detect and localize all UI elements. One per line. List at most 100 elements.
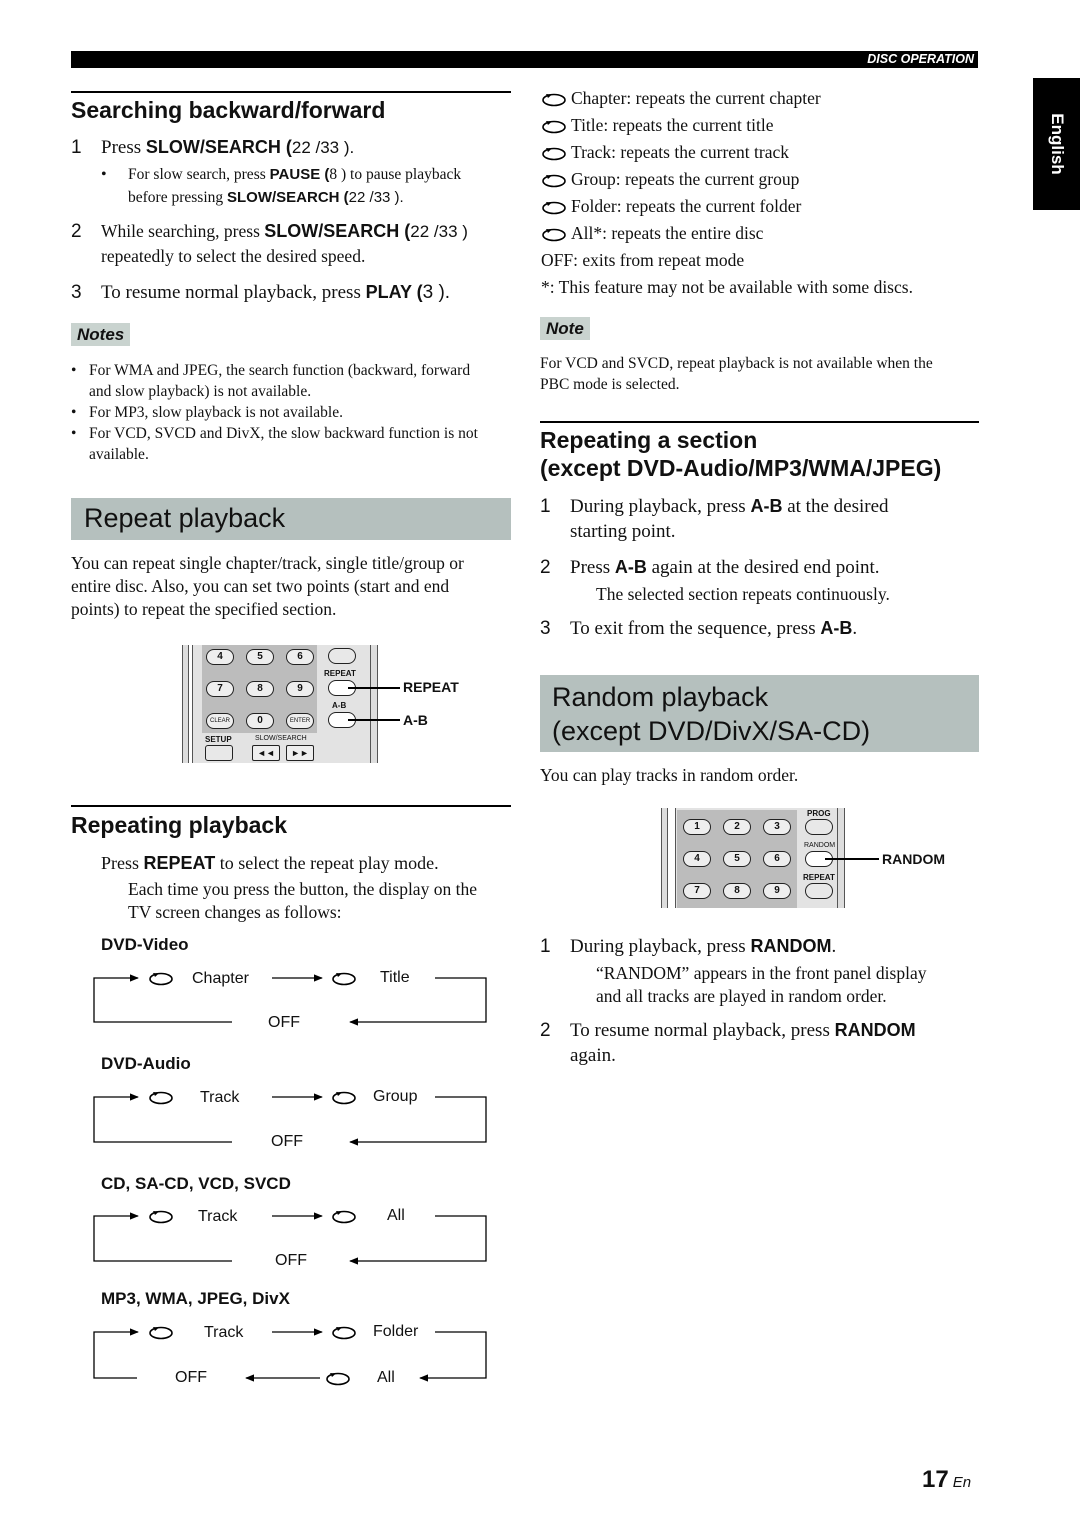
random-step-1: 1 During playback, press RANDOM.	[540, 934, 980, 960]
flow-mode-label: Track	[198, 1208, 238, 1225]
mode-text: Group: repeats the current group	[571, 169, 800, 189]
repeat-icon	[542, 147, 566, 161]
key-name: A-B	[820, 618, 853, 638]
keypad-row: 7 8 9	[683, 883, 791, 899]
sub-line: and all tracks are played in random orde…	[596, 986, 887, 1006]
flow-mode-label: All	[377, 1369, 395, 1386]
repeat-mode-item: All*: repeats the entire disc	[541, 220, 981, 247]
key-name: RANDOM	[750, 936, 832, 956]
mode-text: Track: repeats the current track	[571, 142, 790, 162]
repeat-mode-list: Chapter: repeats the current chapter Tit…	[541, 85, 981, 301]
step-number: 1	[540, 936, 551, 957]
step-text: During playback, press	[570, 496, 751, 517]
title-line: Repeating a section	[540, 427, 758, 453]
callout-label-random: RANDOM	[882, 851, 945, 867]
page-number-value: 17	[922, 1466, 949, 1493]
flow-off-label: OFF	[175, 1369, 207, 1386]
remote-key: 3	[763, 819, 791, 835]
repeat-mode-item: Track: repeats the current track	[541, 139, 981, 166]
remote-illustration-random: 1 2 3 4 5 6 7 8 9 PROG RANDOM REPEAT RAN…	[661, 808, 961, 908]
section-step-2: 2 Press A-B again at the desired end poi…	[540, 555, 980, 581]
language-tab-label: English	[1047, 113, 1067, 175]
key-name: A-B	[750, 496, 783, 516]
repeat-key	[805, 883, 833, 899]
remote-key: 1	[683, 819, 711, 835]
step-text: Press	[570, 557, 615, 578]
title-line: Random playback	[552, 682, 769, 712]
step-text: starting point.	[570, 521, 676, 542]
remote-key: 7	[683, 883, 711, 899]
repeat-mode-item: Title: repeats the current title	[541, 112, 981, 139]
flow-off-label: OFF	[275, 1252, 307, 1269]
flow-title: CD, SA-CD, VCD, SVCD	[101, 1174, 291, 1193]
page-lang: En	[952, 1474, 972, 1491]
step-number: 3	[540, 618, 551, 639]
repeat-icon	[542, 228, 566, 242]
flow-mode-label: Chapter	[192, 970, 249, 987]
mode-text: All*: repeats the entire disc	[571, 223, 764, 243]
random-intro: You can play tracks in random order.	[540, 765, 799, 785]
note-badge: Note	[540, 317, 590, 340]
flow-title: DVD-Audio	[101, 1054, 191, 1073]
repeat-icon	[542, 201, 566, 215]
section-repeat-title: Repeating a section (except DVD-Audio/MP…	[540, 426, 941, 482]
flow-mode-label: Folder	[373, 1323, 419, 1340]
callout-line	[825, 858, 879, 860]
mode-text: Title: repeats the current title	[571, 115, 774, 135]
flow-mode-label: Title	[380, 969, 410, 986]
footnote: *: This feature may not be available wit…	[541, 277, 913, 297]
flow-title: DVD-Video	[101, 935, 189, 954]
keypad-row: 1 2 3	[683, 819, 791, 835]
note-line: PBC mode is selected.	[540, 376, 680, 393]
mode-text: Chapter: repeats the current chapter	[571, 88, 821, 108]
section-step-1: 1 During playback, press A-B at the desi…	[540, 494, 980, 546]
section-header-label: DISC OPERATION	[867, 52, 974, 66]
flow-mode-label: All	[387, 1207, 405, 1224]
page-number: 17 En	[922, 1466, 971, 1494]
step-number: 2	[540, 1020, 551, 1041]
step-text: During playback, press	[570, 936, 751, 957]
prog-key	[805, 819, 833, 835]
flow-off-label: OFF	[271, 1133, 303, 1150]
flow-mode-label: Group	[373, 1088, 418, 1105]
repeat-icon	[542, 174, 566, 188]
note-line: For VCD and SVCD, repeat playback is not…	[540, 355, 933, 372]
step-text: again at the desired end point.	[646, 557, 880, 578]
key-name: A-B	[614, 557, 647, 577]
step-text: again.	[570, 1045, 616, 1066]
remote-key-label: RANDOM	[804, 842, 836, 849]
language-tab: English	[1033, 78, 1080, 210]
flow-mp3	[93, 1326, 487, 1386]
step-text: at the desired	[782, 496, 889, 517]
step-text: .	[831, 936, 837, 957]
step-text: .	[852, 618, 858, 639]
step-text: To exit from the sequence, press	[570, 618, 821, 639]
repeat-icon	[542, 93, 566, 107]
remote-key: 6	[763, 851, 791, 867]
divider	[540, 421, 979, 423]
section-title: Random playback (except DVD/DivX/SA-CD)	[552, 680, 870, 748]
random-playback-band: Random playback (except DVD/DivX/SA-CD)	[540, 675, 979, 752]
random-step-1-sub: “RANDOM” appears in the front panel disp…	[596, 962, 926, 1008]
remote-key: 5	[723, 851, 751, 867]
repeat-off-text: OFF: exits from repeat mode	[541, 250, 745, 270]
step-number: 2	[540, 557, 551, 578]
key-name: RANDOM	[834, 1020, 916, 1040]
remote-key: 2	[723, 819, 751, 835]
flow-off-label: OFF	[268, 1014, 300, 1031]
repeat-mode-item: Chapter: repeats the current chapter	[541, 85, 981, 112]
remote-key: 8	[723, 883, 751, 899]
repeat-icon	[542, 120, 566, 134]
step-text: To resume normal playback, press	[570, 1020, 835, 1041]
title-line: (except DVD/DivX/SA-CD)	[552, 716, 871, 746]
remote-key-label: REPEAT	[803, 873, 835, 882]
flow-mode-label: Track	[200, 1089, 240, 1106]
repeat-mode-item: Group: repeats the current group	[541, 166, 981, 193]
random-step-2: 2 To resume normal playback, press RANDO…	[540, 1018, 980, 1070]
mode-text: Folder: repeats the current folder	[571, 196, 802, 216]
remote-key-label: PROG	[807, 809, 831, 818]
section-step-2-sub: The selected section repeats continuousl…	[596, 584, 890, 604]
title-line: (except DVD-Audio/MP3/WMA/JPEG)	[540, 455, 942, 481]
keypad-row: 4 5 6	[683, 851, 791, 867]
note-badge-label: Note	[540, 317, 590, 340]
